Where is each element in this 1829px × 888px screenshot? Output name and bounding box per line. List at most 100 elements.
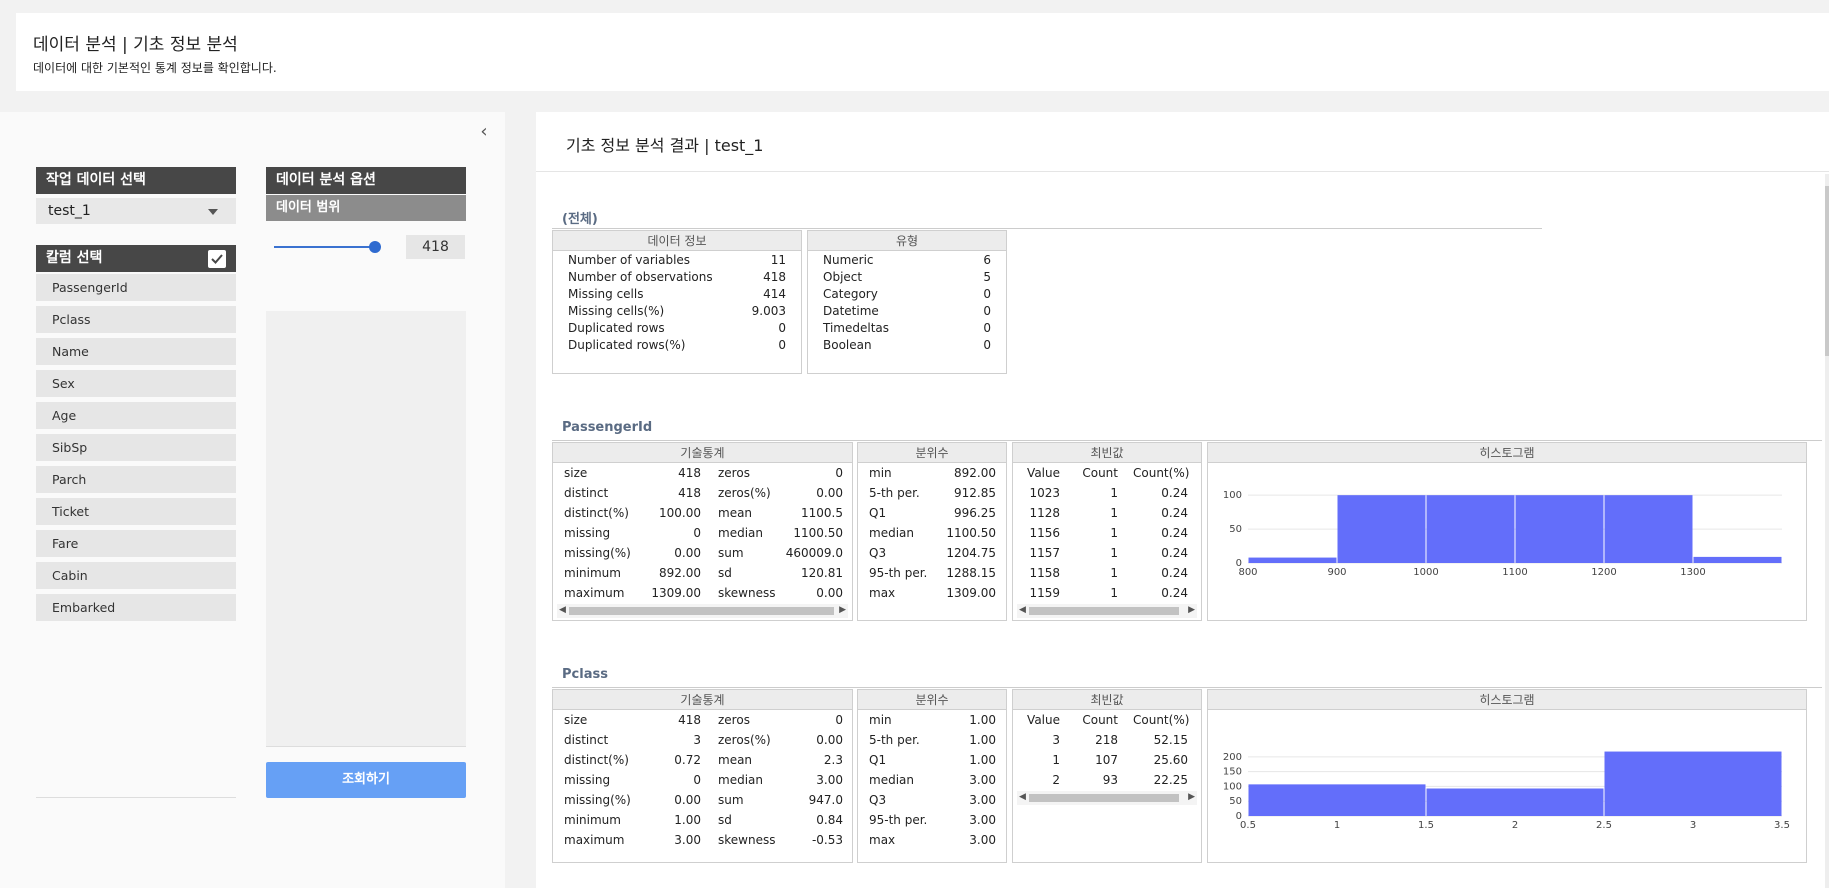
- desc-stats-header: 기술통계: [553, 443, 852, 463]
- mode-value: 1156: [1029, 526, 1060, 540]
- quantile-row: 5-th per. 912.85: [858, 483, 1006, 503]
- quantile-table: 분위수 min 892.00 5-th per. 912.85 Q1 996.25 medi…: [857, 442, 1007, 621]
- column-item[interactable]: SibSp: [36, 434, 236, 461]
- info-row: Number of variables 11: [553, 252, 801, 269]
- column-item[interactable]: Parch: [36, 466, 236, 493]
- scroll-left-arrow-icon[interactable]: ◀: [1019, 605, 1026, 615]
- x-tick-label: 1: [1334, 820, 1340, 831]
- collapse-chevron-left-icon[interactable]: ‹: [474, 122, 494, 142]
- stat-key: median: [718, 773, 763, 787]
- x-tick-label: 1000: [1413, 567, 1438, 578]
- scrollbar-thumb[interactable]: [1029, 607, 1179, 615]
- quantile-key: Q3: [869, 793, 887, 807]
- quantile-value: 1.00: [969, 713, 996, 727]
- info-key: Numeric: [823, 253, 874, 267]
- select-all-checkbox[interactable]: [208, 250, 226, 268]
- section-divider: [552, 687, 1822, 688]
- stat-key: distinct(%): [564, 506, 629, 520]
- horizontal-scrollbar[interactable]: ◀ ▶: [557, 604, 848, 618]
- stat-value: 418: [678, 713, 701, 727]
- stat-value: 2.3: [823, 753, 843, 767]
- column-item[interactable]: Embarked: [36, 594, 236, 621]
- range-value-input[interactable]: 418: [406, 235, 465, 259]
- mode-percent: 0.24: [1161, 586, 1188, 600]
- mode-row: 1 107 25.60: [1013, 750, 1201, 770]
- x-tick-label: 1.5: [1418, 820, 1434, 831]
- caret-down-icon: [208, 209, 218, 215]
- scroll-left-arrow-icon[interactable]: ◀: [1019, 792, 1026, 802]
- histogram-bar: [1426, 495, 1515, 563]
- desc-stats-header: 기술통계: [553, 690, 852, 710]
- mode-count: 1: [1110, 566, 1118, 580]
- y-tick-label: 100: [1223, 781, 1242, 792]
- stat-value: 3.00: [816, 773, 843, 787]
- vertical-scrollbar[interactable]: [1825, 174, 1829, 888]
- column-item[interactable]: Cabin: [36, 562, 236, 589]
- scroll-left-arrow-icon[interactable]: ◀: [559, 605, 566, 615]
- quantile-key: 5-th per.: [869, 733, 920, 747]
- quantile-row: max 3.00: [858, 830, 1006, 850]
- quantile-value: 3.00: [969, 833, 996, 847]
- query-button[interactable]: 조회하기: [266, 762, 466, 798]
- quantile-key: max: [869, 586, 896, 600]
- horizontal-scrollbar[interactable]: ◀ ▶: [1017, 791, 1197, 805]
- column-item[interactable]: PassengerId: [36, 274, 236, 301]
- mode-count: 93: [1102, 773, 1118, 787]
- mode-value: 1128: [1029, 506, 1060, 520]
- stat-value: 100.00: [659, 506, 701, 520]
- stat-row: distinct(%) 0.72 mean 2.3: [553, 750, 852, 770]
- stat-row: size 418 zeros 0: [553, 710, 852, 730]
- column-item[interactable]: Fare: [36, 530, 236, 557]
- y-tick-label: 50: [1229, 524, 1242, 535]
- mode-value: 1158: [1029, 566, 1060, 580]
- column-item[interactable]: Name: [36, 338, 236, 365]
- data-info-table: 데이터 정보 Number of variables 11 Number of ob…: [552, 230, 802, 374]
- x-tick-label: 1300: [1680, 567, 1705, 578]
- quantile-value: 1204.75: [946, 546, 996, 560]
- mode-table: 최빈값 Value Count Count(%) 3 218 52.15 1 107 25.60…: [1012, 689, 1202, 863]
- stat-row: missing(%) 0.00 sum 947.0: [553, 790, 852, 810]
- stat-key: minimum: [564, 566, 621, 580]
- scroll-right-arrow-icon[interactable]: ▶: [1188, 792, 1195, 802]
- stat-value: 460009.0: [785, 546, 843, 560]
- info-value: 5: [983, 270, 991, 284]
- horizontal-scrollbar[interactable]: ◀ ▶: [1017, 604, 1197, 618]
- mode-row: 1157 1 0.24: [1013, 543, 1201, 563]
- range-slider-thumb[interactable]: [369, 241, 381, 253]
- column-item[interactable]: Sex: [36, 370, 236, 397]
- stat-key: sum: [718, 546, 744, 560]
- histogram-bar: [1337, 495, 1426, 563]
- info-value: 0: [778, 338, 786, 352]
- scrollbar-thumb[interactable]: [569, 607, 834, 615]
- mode-percent: 0.24: [1161, 546, 1188, 560]
- scroll-right-arrow-icon[interactable]: ▶: [1188, 605, 1195, 615]
- column-item[interactable]: Pclass: [36, 306, 236, 333]
- data-select-dropdown[interactable]: test_1: [36, 198, 236, 224]
- info-row: Category 0: [808, 286, 1006, 303]
- column-item[interactable]: Age: [36, 402, 236, 429]
- info-value: 0: [983, 321, 991, 335]
- stat-key: skewness: [718, 586, 776, 600]
- range-slider-track[interactable]: [274, 246, 379, 248]
- section-divider: [552, 228, 1542, 229]
- quantile-header: 분위수: [858, 443, 1006, 463]
- scrollbar-thumb[interactable]: [1825, 186, 1829, 356]
- info-key: Object: [823, 270, 863, 284]
- mode-row: 1156 1 0.24: [1013, 523, 1201, 543]
- scrollbar-thumb[interactable]: [1029, 794, 1179, 802]
- stat-key: missing(%): [564, 546, 631, 560]
- quantile-value: 3.00: [969, 813, 996, 827]
- quantile-row: min 892.00: [858, 463, 1006, 483]
- column-item[interactable]: Ticket: [36, 498, 236, 525]
- stat-key: zeros: [718, 466, 750, 480]
- mode-value: 3: [1052, 733, 1060, 747]
- page-title: 데이터 분석 | 기초 정보 분석: [33, 35, 238, 55]
- info-value: 11: [770, 253, 786, 267]
- quantile-value: 3.00: [969, 773, 996, 787]
- mode-count: 107: [1095, 753, 1118, 767]
- mode-percent: 0.24: [1161, 526, 1188, 540]
- stat-key: maximum: [564, 586, 625, 600]
- scroll-right-arrow-icon[interactable]: ▶: [839, 605, 846, 615]
- info-key: Missing cells: [568, 287, 644, 301]
- mode-value: 1157: [1029, 546, 1060, 560]
